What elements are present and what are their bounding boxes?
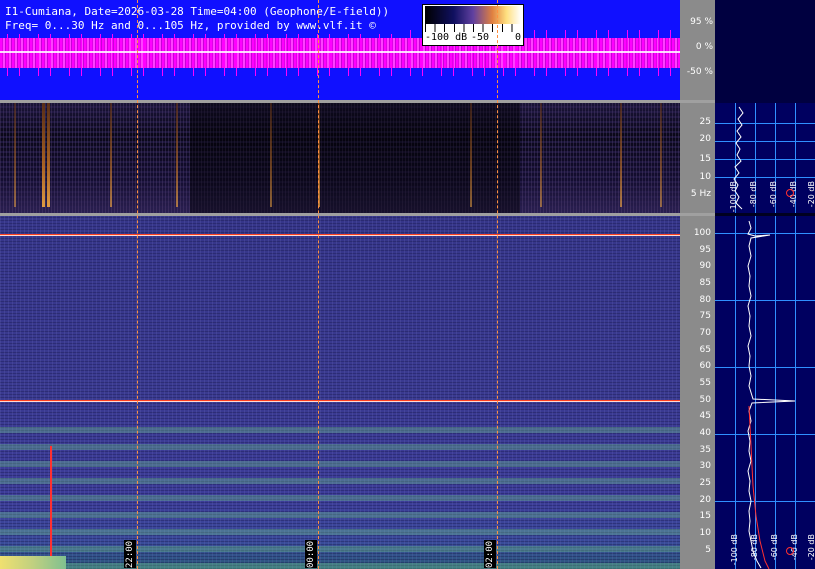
burst-line: [176, 103, 178, 207]
freq-label: 30: [699, 461, 711, 471]
colorbar-gradient: [425, 6, 521, 24]
low-frequency-spectrogram: [0, 103, 680, 213]
waveform-spikes: [0, 30, 680, 76]
freq-label: 90: [699, 261, 711, 271]
burst-line: [47, 103, 50, 207]
freq-label: 100: [693, 228, 711, 238]
db-label: -60 dB: [769, 181, 778, 208]
db-label: -80 dB: [750, 534, 759, 561]
freq-label: 75: [699, 311, 711, 321]
colorbar-ticks: [425, 24, 521, 32]
main-spectrum-panel: -100 dB -80 dB -60 dB -40 dB -20 dB: [715, 216, 815, 569]
freq-label: 25: [699, 478, 711, 488]
main-spectrum-trace: [747, 220, 796, 569]
waveform-baseline: [0, 51, 680, 53]
amp-label-top: 95 %: [690, 17, 713, 27]
freq-label: 65: [699, 345, 711, 355]
amplitude-scale: 95 % 0 % -50 %: [680, 0, 715, 100]
low-freq-label: 10: [699, 172, 711, 182]
db-label: -60 dB: [770, 534, 779, 561]
colorbar-label-max: 0: [515, 32, 522, 43]
station-header: I1-Cumiana, Date=2026-03-28 Time=04:00 (…: [2, 2, 402, 34]
burst-line: [620, 103, 622, 207]
freq-label: 85: [699, 278, 711, 288]
freq-label: 35: [699, 445, 711, 455]
freq-label: 45: [699, 411, 711, 421]
low-frequency-spectrum-panel: -100 dB -80 dB -60 dB -40 dB -20 dB: [715, 103, 815, 213]
colorbar-legend: -100 dB -50 0: [422, 4, 524, 46]
time-label-02: 02:00: [484, 540, 496, 568]
burst-line: [540, 103, 542, 207]
low-freq-label: 25: [699, 117, 711, 127]
low-freq-label: 15: [699, 154, 711, 164]
freq-label: 50: [699, 395, 711, 405]
freq-label: 5: [705, 545, 711, 555]
freq-label: 80: [699, 295, 711, 305]
burst-line: [470, 103, 472, 207]
time-marker-22: [137, 0, 138, 569]
marker-circle: [786, 547, 794, 555]
colorbar-label-min: -100 dB: [425, 32, 468, 43]
burst-line: [660, 103, 662, 207]
low-freq-label: 5 Hz: [690, 189, 711, 199]
right-blank-panel: [715, 0, 815, 103]
burst-line: [42, 103, 45, 207]
freq-label: 55: [699, 378, 711, 388]
mains-harmonic-100hz-core: [0, 235, 680, 236]
main-frequency-scale: 100 95 90 85 80 75 70 65 60 55 50 45 40 …: [680, 216, 715, 569]
main-spec-harmonic-bands: [0, 419, 680, 569]
time-label-22: 22:00: [124, 540, 136, 568]
db-label: -100 dB: [730, 534, 739, 566]
freq-label: 10: [699, 528, 711, 538]
db-label: -80 dB: [749, 181, 758, 208]
freq-label: 95: [699, 245, 711, 255]
mains-line-50hz-core: [0, 401, 680, 402]
amp-label-zero: 0 %: [695, 42, 713, 52]
time-marker-00: [318, 0, 319, 569]
burst-line: [14, 103, 16, 207]
main-spectrogram: [0, 216, 680, 569]
header-line-1: I1-Cumiana, Date=2026-03-28 Time=04:00 (…: [5, 5, 390, 18]
burst-line: [110, 103, 112, 207]
freq-label: 60: [699, 361, 711, 371]
freq-label: 70: [699, 328, 711, 338]
freq-label: 20: [699, 495, 711, 505]
freq-label: 40: [699, 428, 711, 438]
transient-line: [50, 446, 52, 569]
burst-line: [270, 103, 272, 207]
marker-circle: [786, 189, 794, 197]
bottom-left-energy: [0, 556, 66, 569]
time-label-00: 00:00: [305, 540, 317, 568]
freq-label: 15: [699, 511, 711, 521]
colorbar-label-mid: -50: [471, 32, 490, 43]
db-label: -20 dB: [807, 534, 815, 561]
time-marker-02: [497, 0, 498, 569]
header-line-2: Freq= 0...30 Hz and 0...105 Hz, provided…: [5, 19, 376, 32]
db-label: -20 dB: [807, 181, 815, 208]
vlf-monitor-screenshot: I1-Cumiana, Date=2026-03-28 Time=04:00 (…: [0, 0, 815, 569]
low-frequency-scale: 25 20 15 10 5 Hz: [680, 103, 715, 213]
amp-label-bottom: -50 %: [686, 67, 713, 77]
low-freq-label: 20: [699, 134, 711, 144]
db-label: -100 dB: [729, 181, 738, 213]
